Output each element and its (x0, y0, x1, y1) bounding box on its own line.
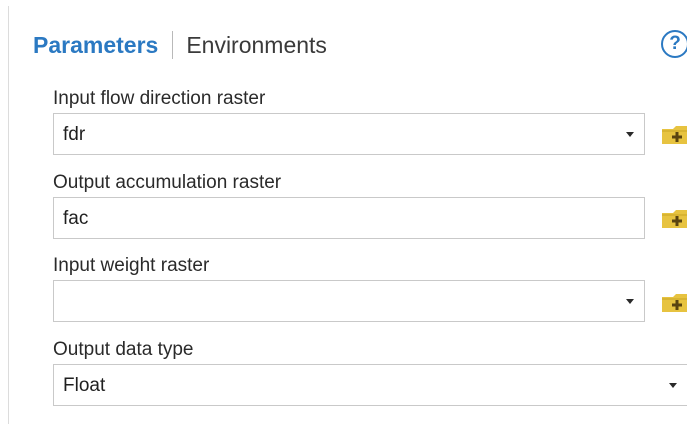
pane-tabs: Parameters Environments (33, 28, 327, 62)
chevron-down-icon[interactable] (626, 299, 634, 304)
tab-environments[interactable]: Environments (186, 32, 327, 59)
weight-raster-dropdown[interactable] (53, 280, 645, 322)
tab-divider (172, 31, 174, 59)
output-accumulation-field[interactable]: fac (53, 197, 645, 239)
help-icon[interactable]: ? (661, 30, 687, 58)
geoprocessing-pane: Parameters Environments ? Input flow dir… (8, 6, 687, 424)
chevron-down-icon[interactable] (626, 132, 634, 137)
data-type-dropdown[interactable]: Float (53, 364, 687, 406)
chevron-down-icon[interactable] (669, 383, 677, 388)
output-accumulation-label: Output accumulation raster (53, 172, 282, 193)
tab-parameters[interactable]: Parameters (33, 32, 158, 59)
output-accumulation-value: fac (63, 208, 89, 229)
folder-add-icon[interactable] (660, 206, 687, 230)
flow-direction-value: fdr (63, 124, 86, 145)
flow-direction-dropdown[interactable]: fdr (53, 113, 645, 155)
folder-add-icon[interactable] (660, 290, 687, 314)
folder-add-icon[interactable] (660, 122, 687, 146)
flow-direction-label: Input flow direction raster (53, 88, 266, 109)
weight-raster-label: Input weight raster (53, 255, 210, 276)
data-type-label: Output data type (53, 339, 194, 360)
data-type-value: Float (63, 375, 106, 396)
